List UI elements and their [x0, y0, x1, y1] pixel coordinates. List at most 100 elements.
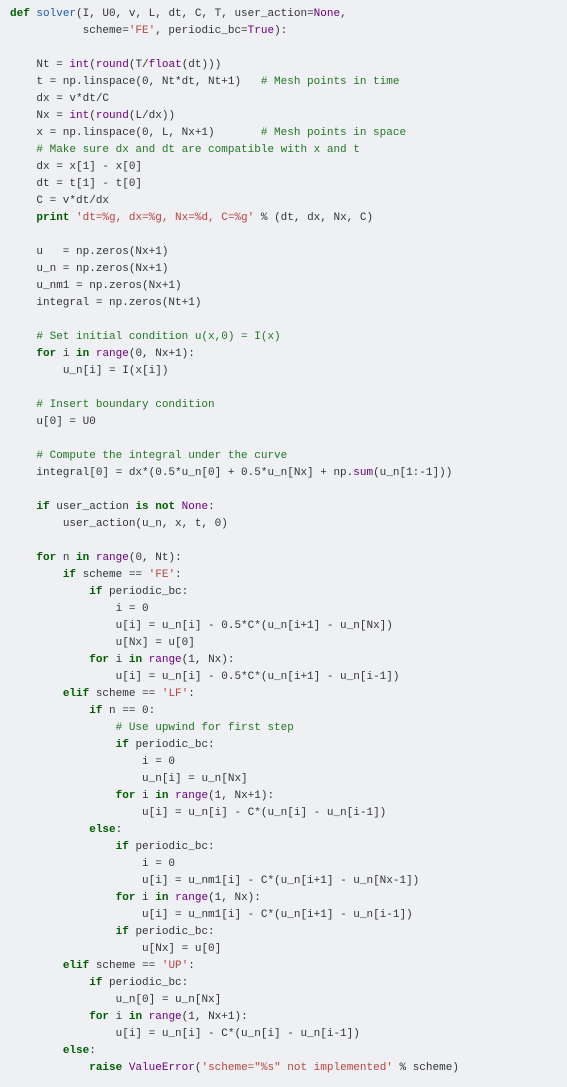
code-token-str: 'scheme="%s" not implemented' — [201, 1062, 392, 1074]
code-token: x = np.linspace(0, L, Nx+1) — [36, 127, 260, 139]
code-token: u = np.zeros(Nx+1) — [36, 246, 168, 258]
code-token-bi: int — [69, 110, 89, 122]
code-token-kw: in — [76, 348, 89, 360]
code-token-cmt: # Compute the integral under the curve — [36, 450, 287, 462]
code-token: dx = v*dt/C — [36, 93, 109, 105]
code-token: (0, Nt): — [129, 552, 182, 564]
code-token: (dt))) — [182, 59, 222, 71]
code-token: (1, Nx): — [182, 654, 235, 666]
code-token: i — [116, 1011, 129, 1023]
code-token: u[i] = u_n[i] - C*(u_n[i] - u_n[i-1]) — [142, 807, 386, 819]
code-token-kw: elif — [63, 688, 89, 700]
code-token: periodic_bc: — [135, 926, 214, 938]
code-token: u_n = np.zeros(Nx+1) — [36, 263, 168, 275]
code-block: def solver(I, U0, v, L, dt, C, T, user_a… — [0, 0, 567, 1087]
code-token: user_action — [56, 501, 135, 513]
code-token-str: 'FE' — [149, 569, 175, 581]
code-token-kw: for — [89, 654, 109, 666]
code-token: (u_n[1:-1])) — [373, 467, 452, 479]
code-token-cmt: # Use upwind for first step — [116, 722, 294, 734]
code-token-kw: if — [116, 739, 129, 751]
code-token-kw: print — [36, 212, 69, 224]
code-token: dt = t[1] - t[0] — [36, 178, 142, 190]
code-token: u[i] = u_nm1[i] - C*(u_n[i+1] - u_n[i-1]… — [142, 909, 413, 921]
code-token: periodic_bc: — [135, 841, 214, 853]
code-token-bi: int — [69, 59, 89, 71]
code-token: : — [89, 1045, 96, 1057]
code-token-kw: elif — [63, 960, 89, 972]
code-token: (L/dx)) — [129, 110, 175, 122]
code-token: u[i] = u_n[i] - 0.5*C*(u_n[i+1] - u_n[i-… — [116, 671, 400, 683]
code-token: % scheme) — [393, 1062, 459, 1074]
code-token-kw: is not — [135, 501, 175, 513]
code-token-bi: sum — [353, 467, 373, 479]
code-token: periodic_bc: — [109, 977, 188, 989]
code-token: ( — [89, 110, 96, 122]
code-token-kw: for — [116, 790, 136, 802]
code-token-bi: ValueError — [129, 1062, 195, 1074]
code-token-bi: range — [175, 790, 208, 802]
code-token-kw: in — [76, 552, 89, 564]
code-token: i — [142, 790, 155, 802]
code-token-str: 'UP' — [162, 960, 188, 972]
code-token: t = np.linspace(0, Nt*dt, Nt+1) — [36, 76, 260, 88]
code-token: ): — [274, 25, 287, 37]
code-token-bi: round — [96, 59, 129, 71]
code-token-cmt: # Insert boundary condition — [36, 399, 214, 411]
code-token: u[Nx] = u[0] — [116, 637, 195, 649]
code-token-cmt: # Mesh points in space — [261, 127, 406, 139]
code-token: : — [175, 569, 182, 581]
code-token-bi: round — [96, 110, 129, 122]
code-token: n == 0: — [109, 705, 155, 717]
code-token-kw: else — [89, 824, 115, 836]
code-token: : — [116, 824, 123, 836]
code-token-kw: in — [155, 892, 168, 904]
code-token-kw: in — [129, 1011, 142, 1023]
code-token: , — [340, 8, 347, 20]
code-token-kw: if — [89, 977, 102, 989]
code-token: i — [116, 654, 129, 666]
code-token-kw: for — [89, 1011, 109, 1023]
code-token-bi: range — [96, 552, 129, 564]
code-token-kw: for — [36, 552, 56, 564]
code-token: periodic_bc: — [109, 586, 188, 598]
code-token-kw: if — [36, 501, 49, 513]
code-token: , periodic_bc= — [155, 25, 247, 37]
code-token-bi: range — [149, 654, 182, 666]
code-token-kw: for — [116, 892, 136, 904]
code-lines: def solver(I, U0, v, L, dt, C, T, user_a… — [10, 6, 557, 1077]
code-token: (1, Nx+1): — [182, 1011, 248, 1023]
code-token-kw: if — [116, 841, 129, 853]
code-token: Nx = — [36, 110, 69, 122]
code-token: u[i] = u_n[i] - 0.5*C*(u_n[i+1] - u_n[Nx… — [116, 620, 393, 632]
code-token: ( — [89, 59, 96, 71]
code-token: integral = np.zeros(Nt+1) — [36, 297, 201, 309]
code-token-str: 'dt=%g, dx=%g, Nx=%d, C=%g' — [76, 212, 254, 224]
code-token: u_n[i] = u_n[Nx] — [142, 773, 248, 785]
code-token: (1, Nx): — [208, 892, 261, 904]
code-token: ( — [195, 1062, 202, 1074]
code-token: scheme == — [96, 960, 162, 972]
code-token-bi: None — [314, 8, 340, 20]
code-token: u[i] = u_nm1[i] - C*(u_n[i+1] - u_n[Nx-1… — [142, 875, 419, 887]
code-token: i = 0 — [142, 858, 175, 870]
code-token: : — [188, 688, 195, 700]
code-token-fn: solver — [36, 8, 76, 20]
code-token: integral[0] = dx*(0.5*u_n[0] + 0.5*u_n[N… — [36, 467, 353, 479]
code-token: u_n[i] = I(x[i]) — [63, 365, 169, 377]
code-token: periodic_bc: — [135, 739, 214, 751]
code-token-str: 'LF' — [162, 688, 188, 700]
code-token: i = 0 — [116, 603, 149, 615]
code-token: C = v*dt/dx — [36, 195, 109, 207]
code-token-kw: else — [63, 1045, 89, 1057]
code-token-kw: if — [63, 569, 76, 581]
code-token: Nt = — [36, 59, 69, 71]
code-token-kw: in — [155, 790, 168, 802]
code-token-bi: True — [248, 25, 274, 37]
code-token: i — [63, 348, 76, 360]
code-token: (0, Nx+1): — [129, 348, 195, 360]
code-token-cmt: # Make sure dx and dt are compatible wit… — [36, 144, 359, 156]
code-token-cmt: # Set initial condition u(x,0) = I(x) — [36, 331, 280, 343]
code-token: i = 0 — [142, 756, 175, 768]
code-token: u[i] = u_n[i] - C*(u_n[i] - u_n[i-1]) — [116, 1028, 360, 1040]
